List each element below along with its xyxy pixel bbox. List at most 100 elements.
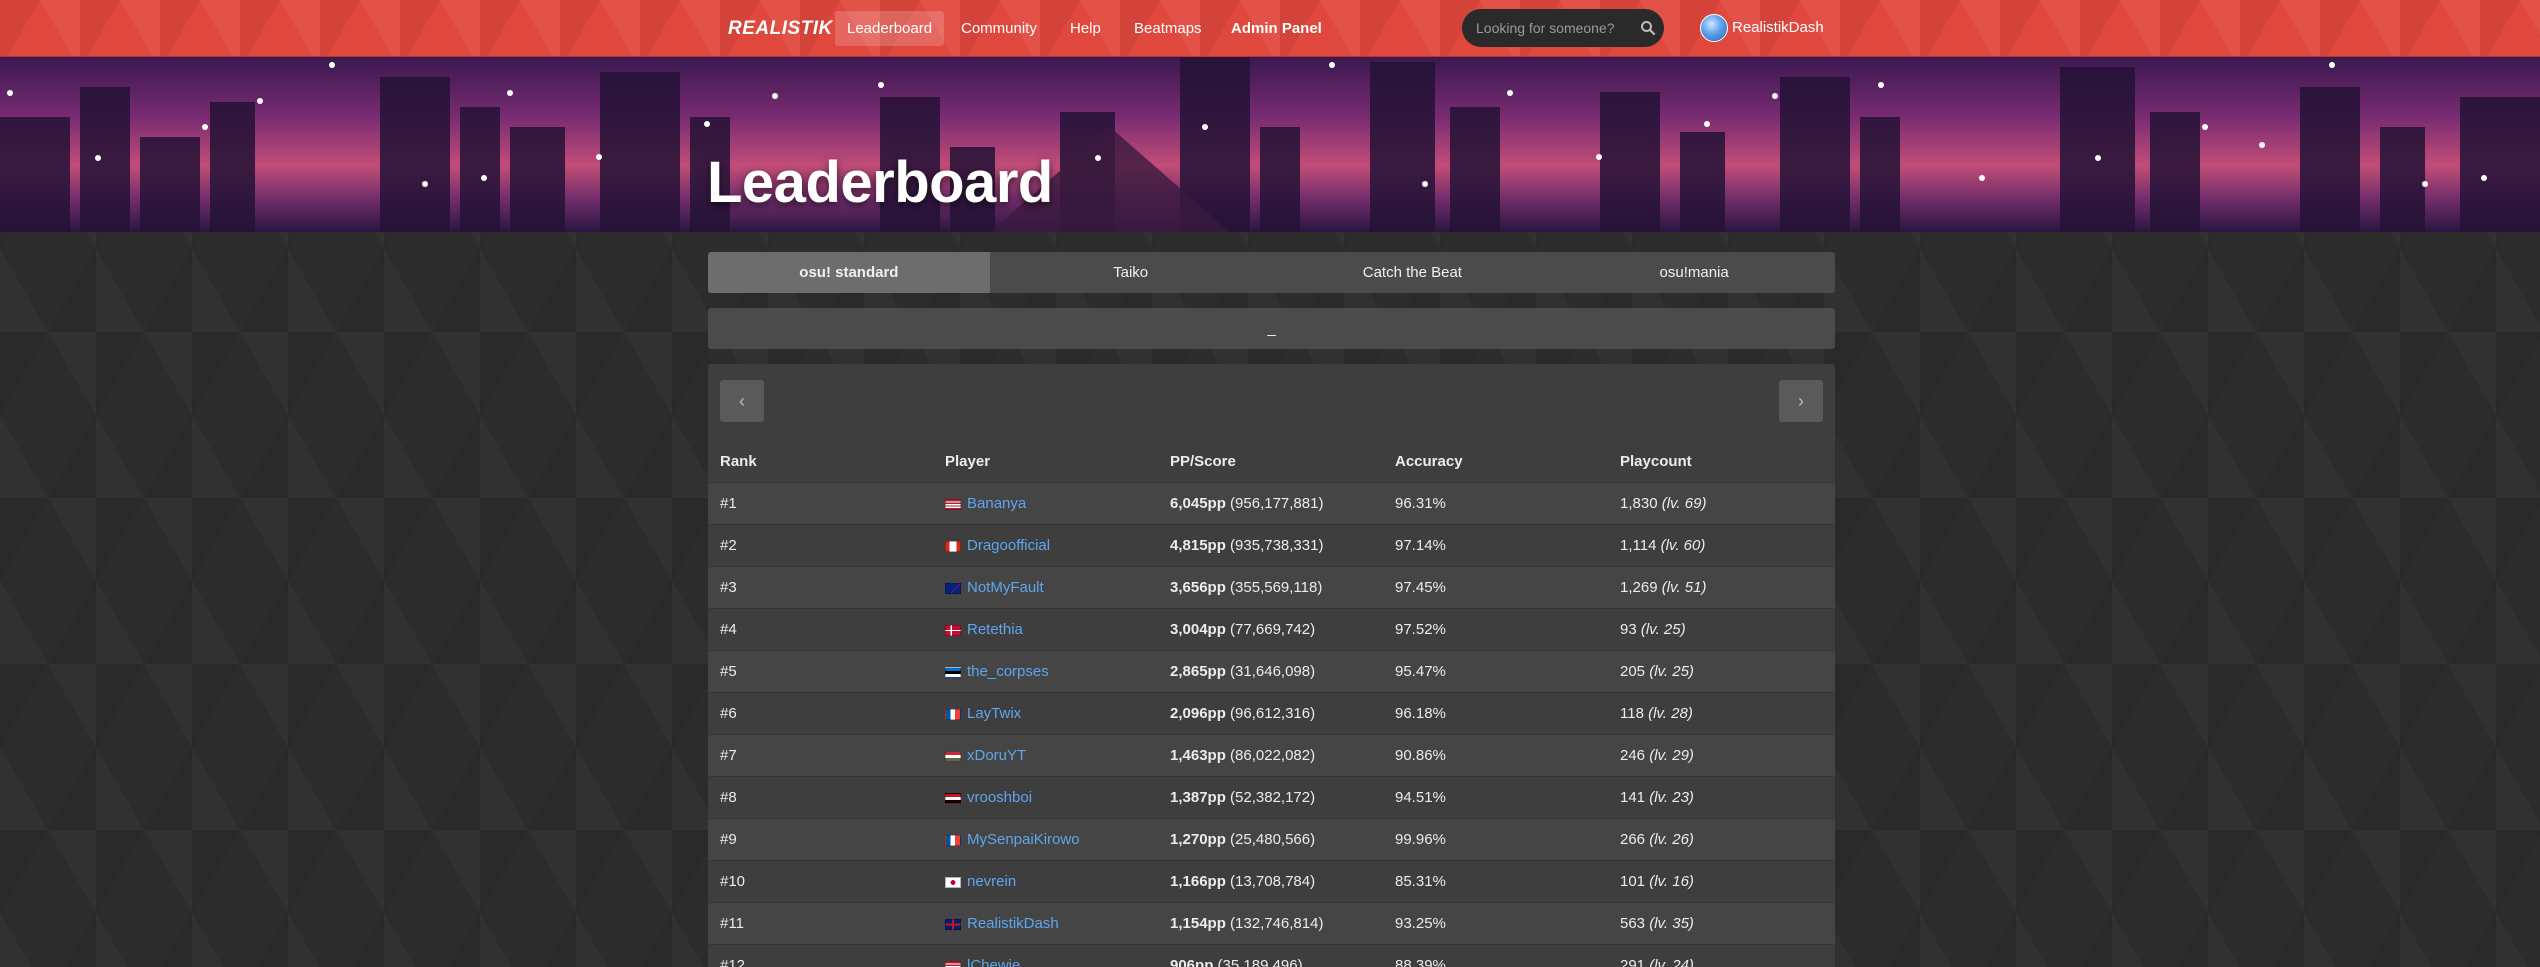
player-link[interactable]: vrooshboi	[967, 789, 1032, 806]
next-page-button[interactable]: ›	[1779, 380, 1823, 422]
rank-cell: #2	[720, 537, 737, 554]
rank-cell: #6	[720, 705, 737, 722]
pp-score-cell: 1,463pp (86,022,082)	[1170, 735, 1315, 777]
filter-bar[interactable]: _	[708, 308, 1835, 349]
table-row: #7 xDoruYT 1,463pp (86,022,082) 90.86% 246 (…	[708, 734, 1835, 776]
score-value: (13,708,784)	[1230, 873, 1316, 890]
pp-score-cell: 1,154pp (132,746,814)	[1170, 903, 1323, 945]
tab-taiko[interactable]: Taiko	[990, 252, 1272, 293]
table-row: #2 Dragoofficial 4,815pp (935,738,331) 97.1…	[708, 524, 1835, 566]
pp-score-cell: 1,270pp (25,480,566)	[1170, 819, 1315, 861]
playcount-cell: 291 (lv. 24)	[1620, 945, 1694, 967]
player-link[interactable]: xDoruYT	[967, 747, 1026, 764]
playcount-value: 141	[1620, 789, 1646, 806]
playcount-value: 1,269	[1620, 579, 1658, 596]
playcount-cell: 266 (lv. 26)	[1620, 819, 1694, 861]
score-value: (52,382,172)	[1230, 789, 1316, 806]
player-link[interactable]: the_corpses	[967, 663, 1049, 680]
player-link[interactable]: RealistikDash	[967, 915, 1059, 932]
country-flag-icon	[945, 834, 961, 846]
pp-value: 1,166pp	[1170, 873, 1226, 890]
level-value: (lv. 69)	[1661, 495, 1707, 512]
player-link[interactable]: nevrein	[967, 873, 1016, 890]
rank-cell: #5	[720, 663, 737, 680]
table-row: #11 RealistikDash 1,154pp (132,746,814) 93.…	[708, 902, 1835, 944]
tab-osu-mania[interactable]: osu!mania	[1553, 252, 1835, 293]
table-header: Rank Player PP/Score Accuracy Playcount	[708, 442, 1835, 482]
game-mode-tabs: osu! standard Taiko Catch the Beat osu!m…	[708, 252, 1835, 293]
rank-cell: #1	[720, 495, 737, 512]
accuracy-cell: 90.86%	[1395, 747, 1446, 764]
level-value: (lv. 60)	[1660, 537, 1706, 554]
header-accuracy: Accuracy	[1395, 453, 1463, 470]
accuracy-cell: 97.52%	[1395, 621, 1446, 638]
level-value: (lv. 25)	[1640, 621, 1686, 638]
country-flag-icon	[945, 624, 961, 636]
country-flag-icon	[945, 540, 961, 552]
playcount-cell: 205 (lv. 25)	[1620, 651, 1694, 693]
level-value: (lv. 28)	[1648, 705, 1693, 722]
player-cell: nevrein	[945, 861, 1016, 903]
nav-leaderboard[interactable]: Leaderboard	[835, 11, 945, 46]
level-value: (lv. 23)	[1649, 789, 1694, 806]
username[interactable]: RealistikDash	[1732, 14, 1824, 42]
player-cell: lChewie	[945, 945, 1020, 967]
playcount-cell: 93 (lv. 25)	[1620, 609, 1686, 651]
nav-help[interactable]: Help	[1058, 11, 1113, 46]
site-logo[interactable]: REALISTIK	[728, 15, 833, 43]
pp-value: 2,865pp	[1170, 663, 1226, 680]
level-value: (lv. 26)	[1649, 831, 1694, 848]
avatar[interactable]	[1700, 14, 1728, 42]
search-icon[interactable]	[1640, 20, 1656, 36]
player-cell: RealistikDash	[945, 903, 1059, 945]
tab-osu-standard[interactable]: osu! standard	[708, 252, 990, 293]
rank-cell: #9	[720, 831, 737, 848]
player-link[interactable]: Bananya	[967, 495, 1026, 512]
city-skyline-background	[0, 57, 2540, 232]
country-flag-icon	[945, 876, 961, 888]
player-link[interactable]: lChewie	[967, 957, 1020, 967]
nav-beatmaps[interactable]: Beatmaps	[1122, 11, 1214, 46]
player-cell: LayTwix	[945, 693, 1021, 735]
pp-score-cell: 3,656pp (355,569,118)	[1170, 567, 1322, 609]
player-link[interactable]: NotMyFault	[967, 579, 1044, 596]
nav-admin-panel[interactable]: Admin Panel	[1219, 11, 1334, 46]
chevron-left-icon: ‹	[739, 391, 745, 411]
player-link[interactable]: LayTwix	[967, 705, 1021, 722]
level-value: (lv. 16)	[1649, 873, 1694, 890]
score-value: (956,177,881)	[1230, 495, 1324, 512]
level-value: (lv. 25)	[1649, 663, 1694, 680]
pp-score-cell: 1,387pp (52,382,172)	[1170, 777, 1315, 819]
playcount-cell: 1,830 (lv. 69)	[1620, 483, 1706, 525]
rank-cell: #10	[720, 873, 746, 890]
score-value: (25,480,566)	[1230, 831, 1316, 848]
pp-value: 4,815pp	[1170, 537, 1226, 554]
pp-value: 1,154pp	[1170, 915, 1226, 932]
search-input[interactable]	[1476, 9, 1636, 47]
filter-label: _	[1267, 320, 1276, 337]
playcount-cell: 246 (lv. 29)	[1620, 735, 1694, 777]
country-flag-icon	[945, 792, 961, 804]
playcount-value: 246	[1620, 747, 1646, 764]
pp-value: 6,045pp	[1170, 495, 1226, 512]
player-link[interactable]: Dragoofficial	[967, 537, 1050, 554]
country-flag-icon	[945, 582, 961, 594]
pp-value: 3,656pp	[1170, 579, 1226, 596]
player-link[interactable]: MySenpaiKirowo	[967, 831, 1080, 848]
header-pp-score: PP/Score	[1170, 453, 1236, 470]
score-value: (935,738,331)	[1230, 537, 1324, 554]
nav-community[interactable]: Community	[949, 11, 1049, 46]
rank-cell: #12	[720, 957, 746, 967]
chevron-right-icon: ›	[1798, 391, 1804, 411]
pp-score-cell: 906pp (35,189,496)	[1170, 945, 1303, 967]
accuracy-cell: 97.45%	[1395, 579, 1446, 596]
player-link[interactable]: Retethia	[967, 621, 1023, 638]
previous-page-button[interactable]: ‹	[720, 380, 764, 422]
score-value: (31,646,098)	[1230, 663, 1316, 680]
country-flag-icon	[945, 918, 961, 930]
tab-catch-the-beat[interactable]: Catch the Beat	[1272, 252, 1554, 293]
country-flag-icon	[945, 666, 961, 678]
pp-value: 1,387pp	[1170, 789, 1226, 806]
pp-value: 1,270pp	[1170, 831, 1226, 848]
level-value: (lv. 24)	[1649, 957, 1694, 967]
